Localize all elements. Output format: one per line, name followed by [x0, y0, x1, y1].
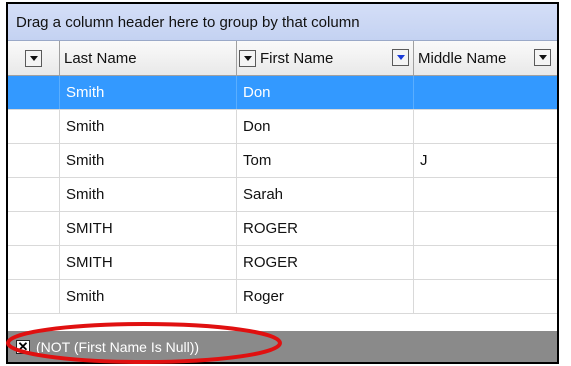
- table-row[interactable]: SMITH ROGER: [8, 212, 557, 246]
- table-row[interactable]: Smith Don: [8, 110, 557, 144]
- cell-middle-name[interactable]: [414, 110, 557, 143]
- column-chooser-dropdown[interactable]: [25, 49, 42, 67]
- cell-middle-name[interactable]: J: [414, 144, 557, 177]
- column-header-label: Last Name: [64, 49, 137, 67]
- table-row[interactable]: Smith Tom J: [8, 144, 557, 178]
- table-row[interactable]: SMITH ROGER: [8, 246, 557, 280]
- middle-name-filter-dropdown[interactable]: [534, 49, 551, 66]
- cell-first-name[interactable]: Don: [237, 76, 414, 109]
- row-indicator[interactable]: [8, 212, 60, 245]
- column-header-last-name[interactable]: Last Name: [60, 41, 237, 75]
- column-header-label: First Name: [260, 49, 334, 67]
- first-name-filter-dropdown[interactable]: [392, 49, 409, 66]
- filter-status-bar: ✕ (NOT (First Name Is Null)): [8, 331, 557, 362]
- cell-first-name[interactable]: ROGER: [237, 212, 414, 245]
- chevron-down-icon: [29, 55, 38, 61]
- group-by-hint: Drag a column header here to group by th…: [16, 13, 360, 31]
- table-row[interactable]: Smith Roger: [8, 280, 557, 314]
- cell-first-name[interactable]: Roger: [237, 280, 414, 313]
- row-indicator[interactable]: [8, 110, 60, 143]
- cell-first-name[interactable]: Don: [237, 110, 414, 143]
- grid-body: Smith Don Smith Don Smith Tom J Smith Sa…: [8, 76, 557, 314]
- filter-expression[interactable]: (NOT (First Name Is Null)): [36, 339, 199, 355]
- group-by-panel[interactable]: Drag a column header here to group by th…: [8, 4, 557, 41]
- cell-last-name[interactable]: SMITH: [60, 246, 237, 279]
- cell-first-name[interactable]: Tom: [237, 144, 414, 177]
- cell-middle-name[interactable]: [414, 178, 557, 211]
- table-row[interactable]: Smith Don: [8, 76, 557, 110]
- column-header-row: Last Name First Name Middle Name: [8, 41, 557, 76]
- cell-last-name[interactable]: Smith: [60, 76, 237, 109]
- cell-last-name[interactable]: Smith: [60, 110, 237, 143]
- cell-last-name[interactable]: SMITH: [60, 212, 237, 245]
- row-indicator[interactable]: [8, 144, 60, 177]
- column-header-middle-name[interactable]: Middle Name: [414, 41, 557, 75]
- row-indicator[interactable]: [8, 280, 60, 313]
- cell-middle-name[interactable]: [414, 280, 557, 313]
- cell-middle-name[interactable]: [414, 76, 557, 109]
- close-icon[interactable]: ✕: [16, 339, 30, 354]
- data-grid: Drag a column header here to group by th…: [6, 2, 559, 364]
- cell-first-name[interactable]: Sarah: [237, 178, 414, 211]
- table-row[interactable]: Smith Sarah: [8, 178, 557, 212]
- row-indicator[interactable]: [8, 178, 60, 211]
- cell-last-name[interactable]: Smith: [60, 144, 237, 177]
- row-indicator[interactable]: [8, 76, 60, 109]
- column-header-label: Middle Name: [418, 49, 507, 67]
- chevron-down-icon: [243, 55, 252, 61]
- cell-last-name[interactable]: Smith: [60, 280, 237, 313]
- cell-middle-name[interactable]: [414, 246, 557, 279]
- row-indicator[interactable]: [8, 246, 60, 279]
- cell-first-name[interactable]: ROGER: [237, 246, 414, 279]
- cell-middle-name[interactable]: [414, 212, 557, 245]
- column-header-first-name[interactable]: First Name: [237, 41, 414, 75]
- chevron-down-icon: [396, 55, 405, 60]
- cell-last-name[interactable]: Smith: [60, 178, 237, 211]
- chevron-down-icon: [538, 55, 547, 60]
- last-name-filter-dropdown[interactable]: [239, 49, 256, 67]
- row-indicator-header[interactable]: [8, 41, 60, 75]
